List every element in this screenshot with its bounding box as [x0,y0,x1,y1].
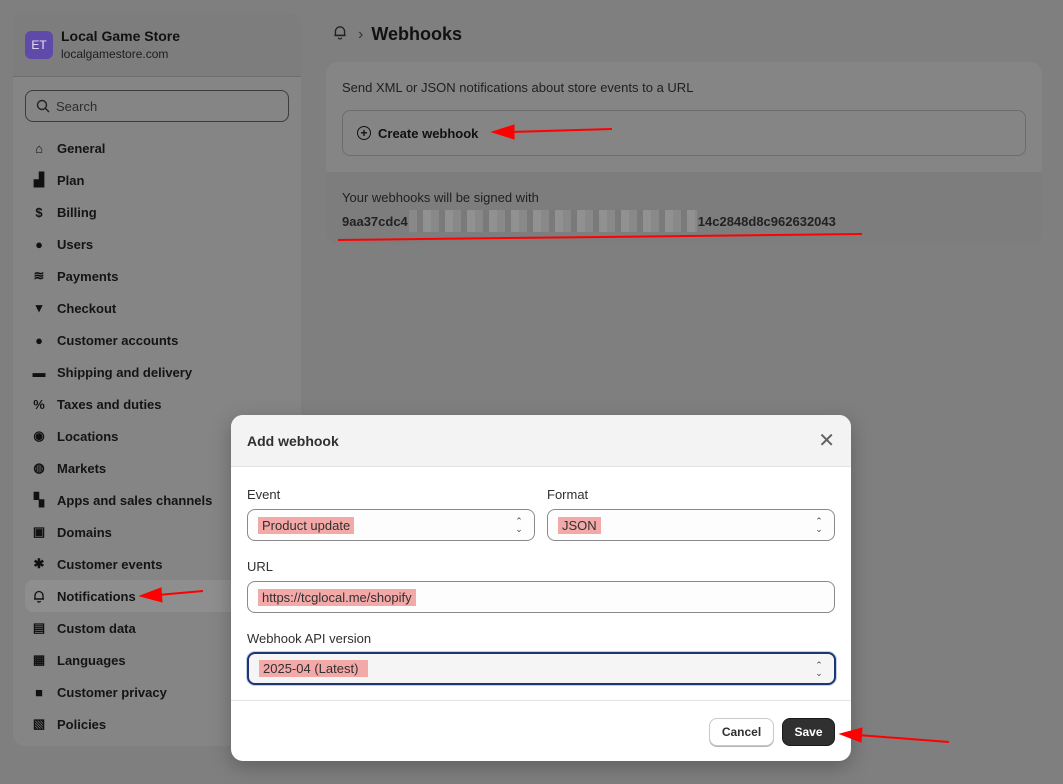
create-webhook-label: Create webhook [378,125,479,141]
sidebar-item-label: Customer events [57,556,163,572]
store-name: Local Game Store [61,28,181,44]
webhooks-description: Send XML or JSON notifications about sto… [342,80,694,95]
cart-icon: ▾ [35,300,43,315]
location-icon: ◉ [33,428,45,443]
sidebar-item-payments[interactable]: ≋ Payments [25,260,289,292]
sidebar-item-label: Locations [57,428,119,444]
store-header[interactable]: ET Local Game Store localgamestore.com [13,13,301,77]
signing-key-end: 14c2848d8c962632043 [697,213,836,229]
sidebar-item-label: Markets [57,460,107,476]
search-icon [36,99,50,113]
signing-label: Your webhooks will be signed with [342,190,539,205]
plus-circle-icon: + [357,126,371,140]
sidebar-item-label: Users [57,236,94,252]
format-label: Format [547,487,589,502]
custom-data-icon: ▤ [32,620,46,635]
url-value: https://tcglocal.me/shopify [258,588,416,606]
add-webhook-modal: Add webhook ✕ Event Product update ⌃ ⌄ Fo… [231,415,851,761]
store-icon: ⌂ [35,140,43,156]
sidebar-item-label: Taxes and duties [57,396,162,412]
format-value: JSON [558,516,601,534]
sidebar-item-label: Languages [57,652,126,668]
truck-icon: ▬ [32,364,46,380]
plan-icon: ▟ [34,172,44,187]
globe-icon: ◍ [33,460,45,475]
event-select[interactable]: Product update ⌃ ⌄ [247,509,535,541]
webhooks-card: Send XML or JSON notifications about sto… [326,62,1042,244]
users-icon: ● [35,236,43,252]
select-caret-icon: ⌃ ⌄ [815,660,823,678]
url-label: URL [247,559,274,574]
signing-key-start: 9aa37cdc4 [342,213,408,229]
sidebar-item-checkout[interactable]: ▾ Checkout [25,292,289,324]
sidebar-item-label: Checkout [57,300,117,316]
sidebar-item-label: Policies [57,716,107,732]
sidebar-item-billing[interactable]: $ Billing [25,196,289,228]
url-field[interactable]: https://tcglocal.me/shopify [247,581,835,613]
sidebar-item-label: Notifications [57,588,136,604]
sidebar-item-label: Customer privacy [57,684,167,700]
store-avatar: ET [25,30,53,59]
payments-icon: ≋ [33,268,45,283]
policies-icon: ▧ [32,716,46,731]
event-label: Event [247,487,281,502]
sidebar-item-label: Customer accounts [57,332,179,348]
format-select[interactable]: JSON ⌃ ⌄ [547,509,835,541]
signing-section: Your webhooks will be signed with 9aa37c… [326,172,1042,244]
arrow-save [838,727,950,743]
store-domain: localgamestore.com [61,47,169,61]
languages-icon: ▦ [32,652,46,667]
redacted-key-segment [408,210,697,232]
sidebar-item-general[interactable]: ⌂ General [25,132,289,164]
modal-header: Add webhook ✕ [231,415,851,467]
save-button[interactable]: Save [782,718,835,746]
sidebar-item-label: Domains [57,524,112,540]
sidebar-item-label: Apps and sales channels [57,492,213,508]
chevron-right-icon: › [358,25,364,43]
sidebar-item-label: General [57,140,106,156]
domains-icon: ▣ [32,524,46,539]
search-input[interactable]: Search [25,90,289,122]
bell-icon[interactable] [332,24,348,45]
close-icon[interactable]: ✕ [818,431,835,451]
cursor-icon: ✱ [33,556,45,571]
sidebar-item-label: Payments [57,268,119,284]
create-webhook-button[interactable]: + Create webhook [342,110,1026,156]
api-version-select[interactable]: 2025-04 (Latest) ⌃ ⌄ [247,652,836,685]
person-icon: ● [35,332,43,348]
tax-icon: % [33,396,45,412]
api-version-label: Webhook API version [247,631,372,646]
lock-icon: ■ [35,684,43,700]
page-title: Webhooks [371,24,463,44]
modal-footer: Cancel Save [231,700,851,761]
api-version-value: 2025-04 (Latest) [259,660,369,677]
sidebar-item-label: Shipping and delivery [57,364,193,380]
sidebar-item-label: Custom data [57,620,136,636]
signing-key: 9aa37cdc4 14c2848d8c962632043 [342,210,836,232]
sidebar-item-users[interactable]: ● Users [25,228,289,260]
sidebar-item-label: Plan [57,172,85,188]
billing-icon: $ [35,204,43,220]
sidebar-item-plan[interactable]: ▟ Plan [25,164,289,196]
select-caret-icon: ⌃ ⌄ [815,516,823,534]
modal-title: Add webhook [247,432,339,449]
search-placeholder: Search [56,98,98,114]
event-value: Product update [258,516,355,534]
bell-icon [31,588,47,604]
select-caret-icon: ⌃ ⌄ [515,516,523,534]
sidebar-item-label: Billing [57,204,97,220]
sidebar-item-customer-accounts[interactable]: ● Customer accounts [25,324,289,356]
sidebar-item-shipping[interactable]: ▬ Shipping and delivery [25,356,289,388]
cancel-button[interactable]: Cancel [709,718,774,746]
breadcrumb: › Webhooks [332,24,462,45]
apps-icon: ▚ [34,492,44,507]
